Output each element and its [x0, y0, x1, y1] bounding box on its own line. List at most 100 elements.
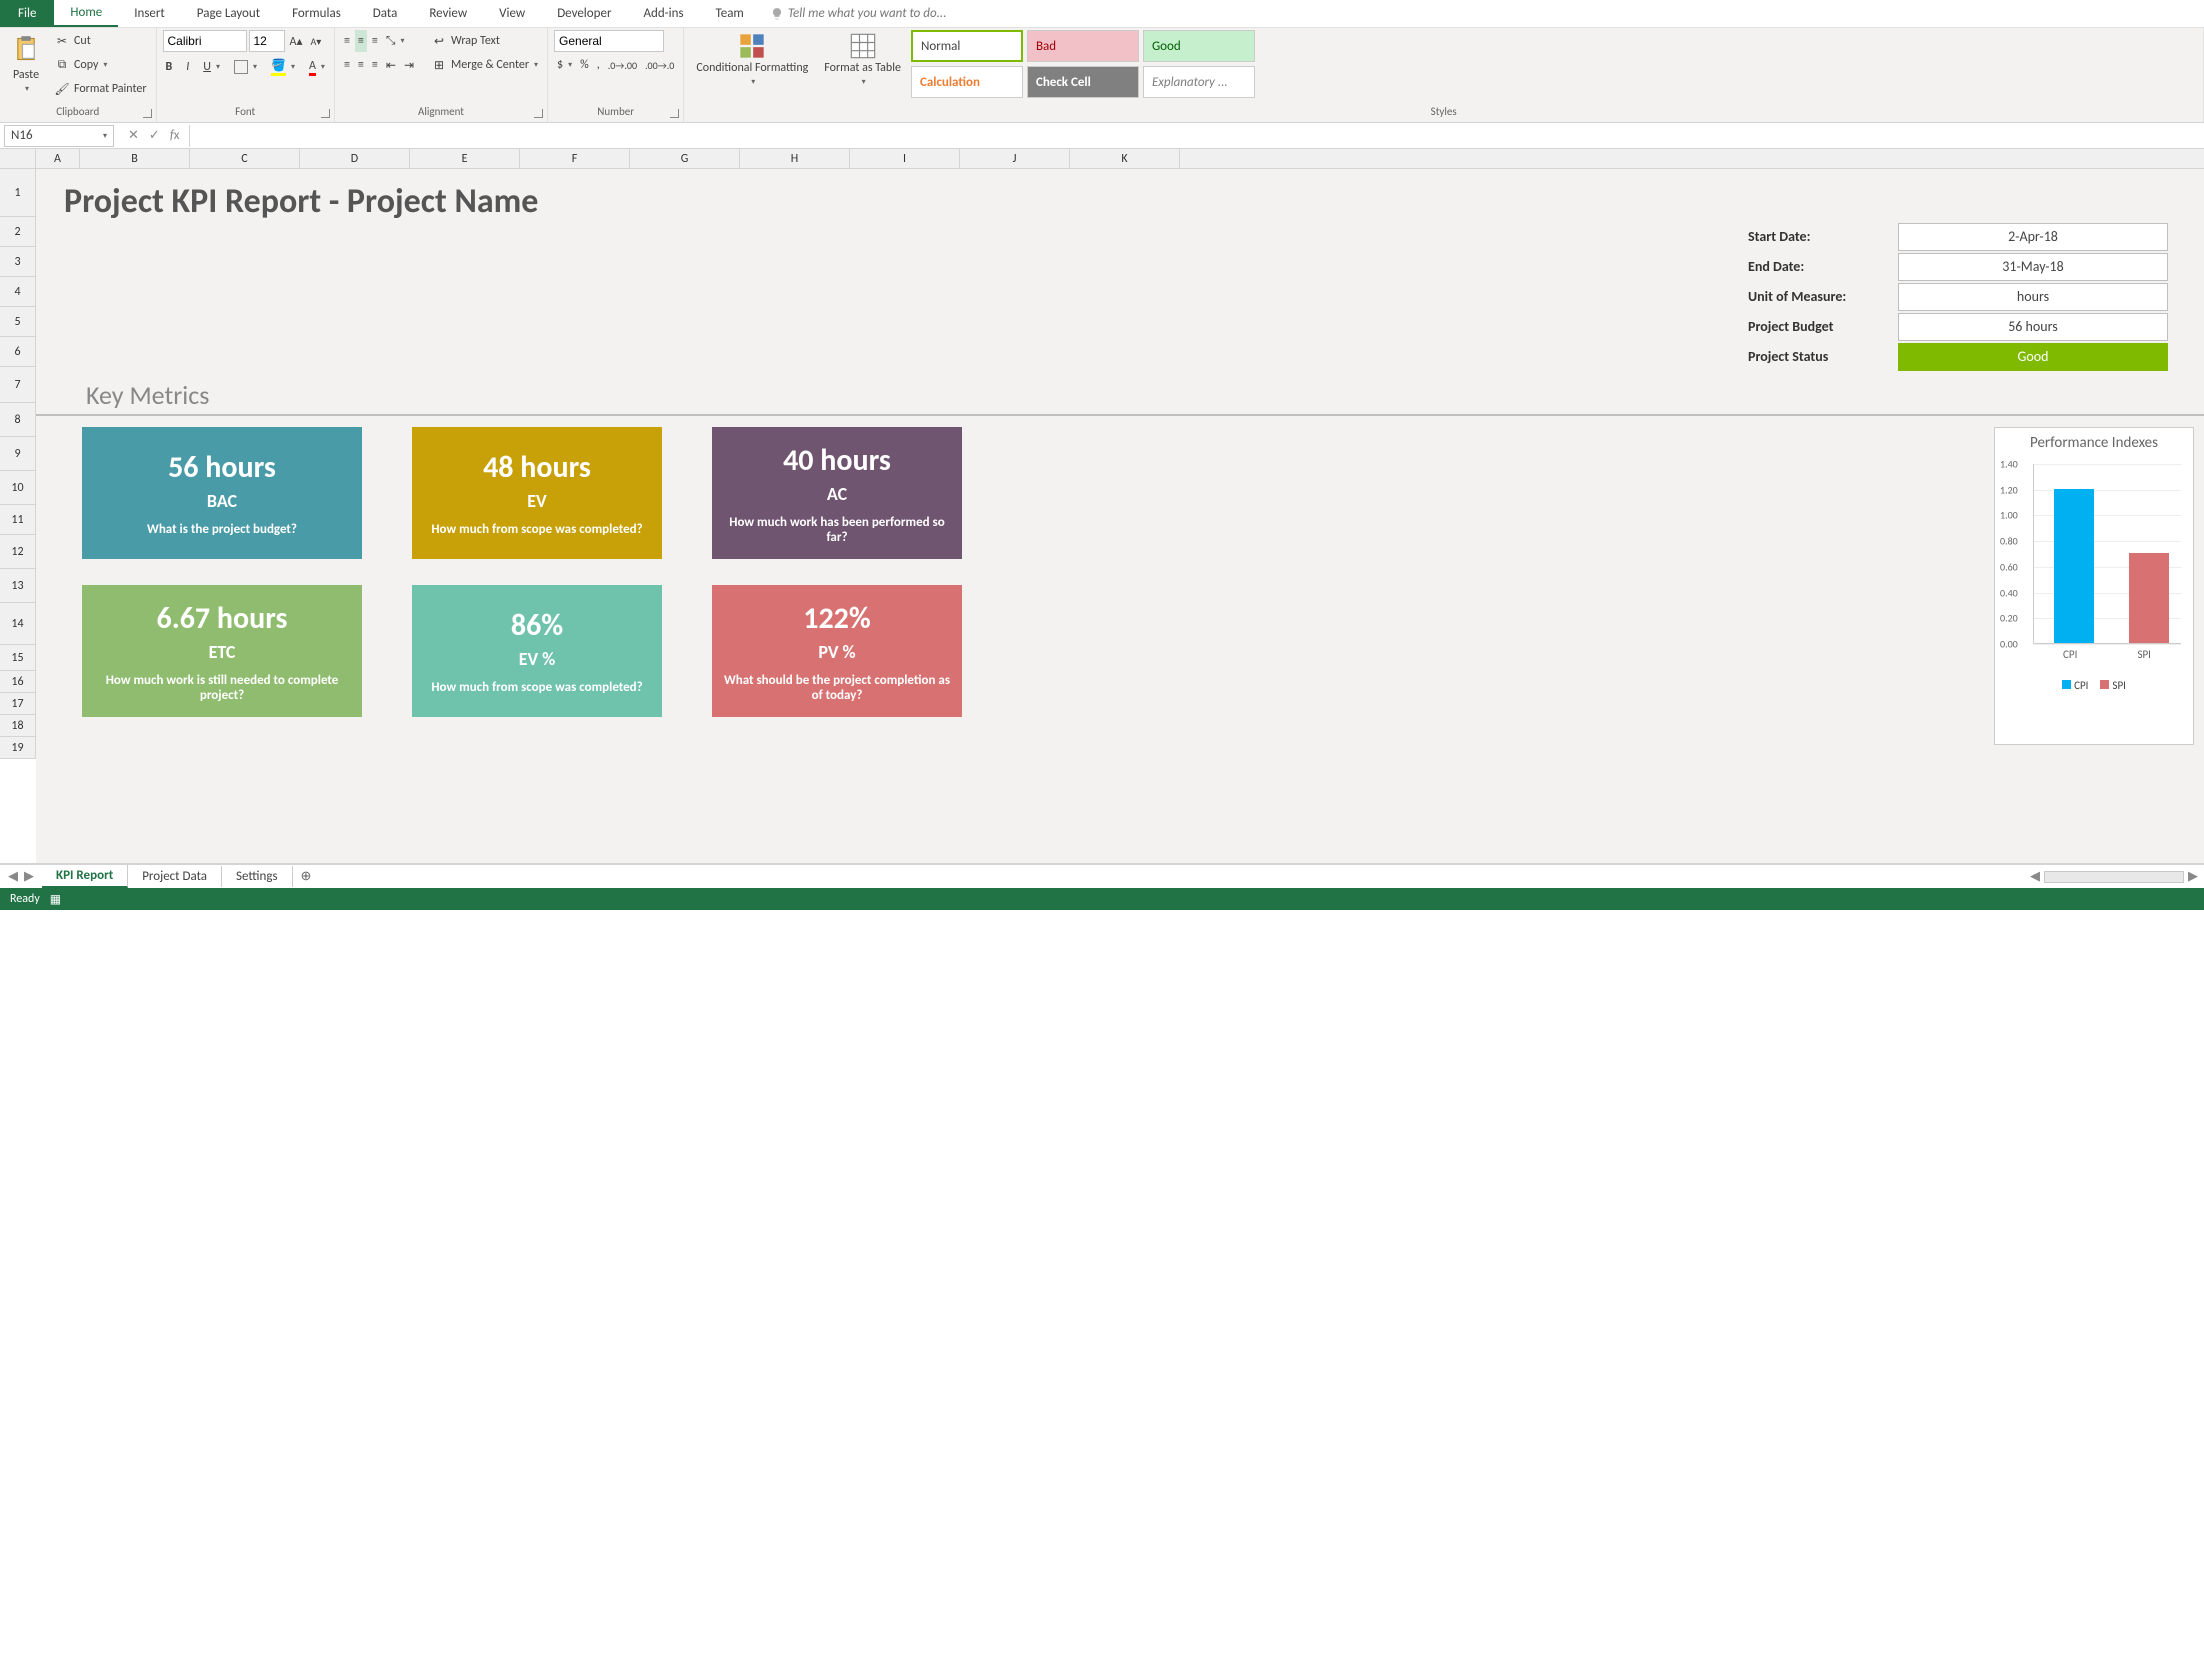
sheet-tab-settings[interactable]: Settings: [222, 866, 293, 887]
scroll-right-button[interactable]: ▶: [2188, 869, 2198, 884]
number-format-select[interactable]: [554, 30, 664, 52]
name-box[interactable]: N16▾: [4, 125, 114, 147]
col-header-J[interactable]: J: [960, 149, 1070, 168]
tell-me-search[interactable]: Tell me what you want to do...: [770, 0, 947, 27]
style-check-cell[interactable]: Check Cell: [1027, 66, 1139, 98]
increase-indent-button[interactable]: ⇥: [401, 54, 417, 76]
row-header-5[interactable]: 5: [0, 307, 36, 337]
font-size-select[interactable]: [249, 30, 285, 52]
tab-view[interactable]: View: [483, 0, 541, 27]
format-as-table-button[interactable]: Format as Table▾: [818, 30, 907, 89]
cell-styles-gallery[interactable]: Normal Bad Good Calculation Check Cell E…: [911, 30, 1255, 98]
decrease-indent-button[interactable]: ⇤: [383, 54, 399, 76]
tab-file[interactable]: File: [0, 0, 54, 27]
row-header-13[interactable]: 13: [0, 569, 36, 603]
row-header-9[interactable]: 9: [0, 437, 36, 471]
macro-record-icon[interactable]: ▦: [50, 892, 61, 907]
dialog-launcher-icon[interactable]: [143, 109, 152, 118]
row-header-3[interactable]: 3: [0, 247, 36, 277]
style-bad[interactable]: Bad: [1027, 30, 1139, 62]
col-header-H[interactable]: H: [740, 149, 850, 168]
col-header-I[interactable]: I: [850, 149, 960, 168]
col-header-F[interactable]: F: [520, 149, 630, 168]
row-header-14[interactable]: 14: [0, 603, 36, 645]
row-header-2[interactable]: 2: [0, 217, 36, 247]
horizontal-scrollbar[interactable]: [2044, 871, 2184, 883]
row-header-4[interactable]: 4: [0, 277, 36, 307]
currency-button[interactable]: $▾: [554, 54, 575, 76]
col-header-K[interactable]: K: [1070, 149, 1180, 168]
italic-button[interactable]: I: [183, 56, 192, 78]
dialog-launcher-icon[interactable]: [534, 109, 543, 118]
bold-button[interactable]: B: [163, 56, 176, 78]
merge-center-button[interactable]: ⊞Merge & Center▾: [427, 54, 541, 76]
align-bottom-button[interactable]: ≡: [369, 30, 381, 52]
status-value[interactable]: Good: [1898, 343, 2168, 371]
tab-home[interactable]: Home: [54, 0, 118, 27]
cut-button[interactable]: ✂Cut: [50, 30, 150, 52]
align-right-button[interactable]: ≡: [369, 54, 381, 76]
row-header-12[interactable]: 12: [0, 535, 36, 569]
align-center-button[interactable]: ≡: [355, 54, 367, 76]
copy-button[interactable]: ⧉Copy▾: [50, 54, 150, 76]
col-header-A[interactable]: A: [36, 149, 80, 168]
borders-button[interactable]: ▾: [231, 56, 260, 78]
wrap-text-button[interactable]: ↩Wrap Text: [427, 30, 541, 52]
style-explanatory[interactable]: Explanatory ...: [1143, 66, 1255, 98]
sheet-nav-next[interactable]: ▶: [24, 869, 34, 884]
row-header-16[interactable]: 16: [0, 671, 36, 693]
formula-input[interactable]: [189, 125, 2204, 147]
decrease-font-button[interactable]: A▾: [307, 30, 324, 52]
row-header-7[interactable]: 7: [0, 367, 36, 403]
align-top-button[interactable]: ≡: [341, 30, 353, 52]
tab-data[interactable]: Data: [357, 0, 414, 27]
sheet-tab-kpi-report[interactable]: KPI Report: [42, 865, 128, 888]
row-header-10[interactable]: 10: [0, 471, 36, 505]
orientation-button[interactable]: ⤡▾: [383, 30, 408, 52]
row-header-6[interactable]: 6: [0, 337, 36, 367]
conditional-formatting-button[interactable]: Conditional Formatting▾: [690, 30, 814, 89]
sheet-tab-project-data[interactable]: Project Data: [128, 866, 222, 887]
dialog-launcher-icon[interactable]: [670, 109, 679, 118]
start-date-value[interactable]: 2-Apr-18: [1898, 223, 2168, 251]
spreadsheet-grid[interactable]: ABCDEFGHIJK 1234567891011121314151617181…: [0, 149, 2204, 864]
format-painter-button[interactable]: 🖌Format Painter: [50, 78, 150, 100]
col-header-D[interactable]: D: [300, 149, 410, 168]
select-all-corner[interactable]: [0, 149, 36, 168]
increase-decimal-button[interactable]: .0→.00: [605, 54, 640, 76]
tab-add-ins[interactable]: Add-ins: [627, 0, 699, 27]
scroll-left-button[interactable]: ◀: [2030, 869, 2040, 884]
tab-team[interactable]: Team: [700, 0, 760, 27]
enter-formula-button[interactable]: ✓: [149, 128, 160, 143]
underline-button[interactable]: U▾: [200, 56, 223, 78]
uom-value[interactable]: hours: [1898, 283, 2168, 311]
row-header-19[interactable]: 19: [0, 737, 36, 759]
align-middle-button[interactable]: ≡: [355, 30, 367, 52]
dialog-launcher-icon[interactable]: [321, 109, 330, 118]
row-header-8[interactable]: 8: [0, 403, 36, 437]
tab-developer[interactable]: Developer: [541, 0, 627, 27]
end-date-value[interactable]: 31-May-18: [1898, 253, 2168, 281]
comma-button[interactable]: ,: [594, 54, 603, 76]
cancel-formula-button[interactable]: ✕: [128, 128, 139, 143]
col-header-C[interactable]: C: [190, 149, 300, 168]
tab-review[interactable]: Review: [413, 0, 483, 27]
fill-color-button[interactable]: 🪣▾: [268, 56, 298, 78]
tab-formulas[interactable]: Formulas: [276, 0, 357, 27]
budget-value[interactable]: 56 hours: [1898, 313, 2168, 341]
col-header-B[interactable]: B: [80, 149, 190, 168]
col-header-E[interactable]: E: [410, 149, 520, 168]
font-name-select[interactable]: [163, 30, 247, 52]
row-header-18[interactable]: 18: [0, 715, 36, 737]
row-header-17[interactable]: 17: [0, 693, 36, 715]
sheet-nav-prev[interactable]: ◀: [8, 869, 18, 884]
row-header-1[interactable]: 1: [0, 169, 36, 217]
performance-chart[interactable]: Performance Indexes 0.000.200.400.600.80…: [1994, 427, 2194, 745]
font-color-button[interactable]: A▾: [306, 56, 328, 78]
row-header-11[interactable]: 11: [0, 505, 36, 535]
align-left-button[interactable]: ≡: [341, 54, 353, 76]
paste-button[interactable]: Paste ▾: [6, 30, 46, 96]
increase-font-button[interactable]: A▴: [287, 30, 306, 52]
row-header-15[interactable]: 15: [0, 645, 36, 671]
col-header-G[interactable]: G: [630, 149, 740, 168]
